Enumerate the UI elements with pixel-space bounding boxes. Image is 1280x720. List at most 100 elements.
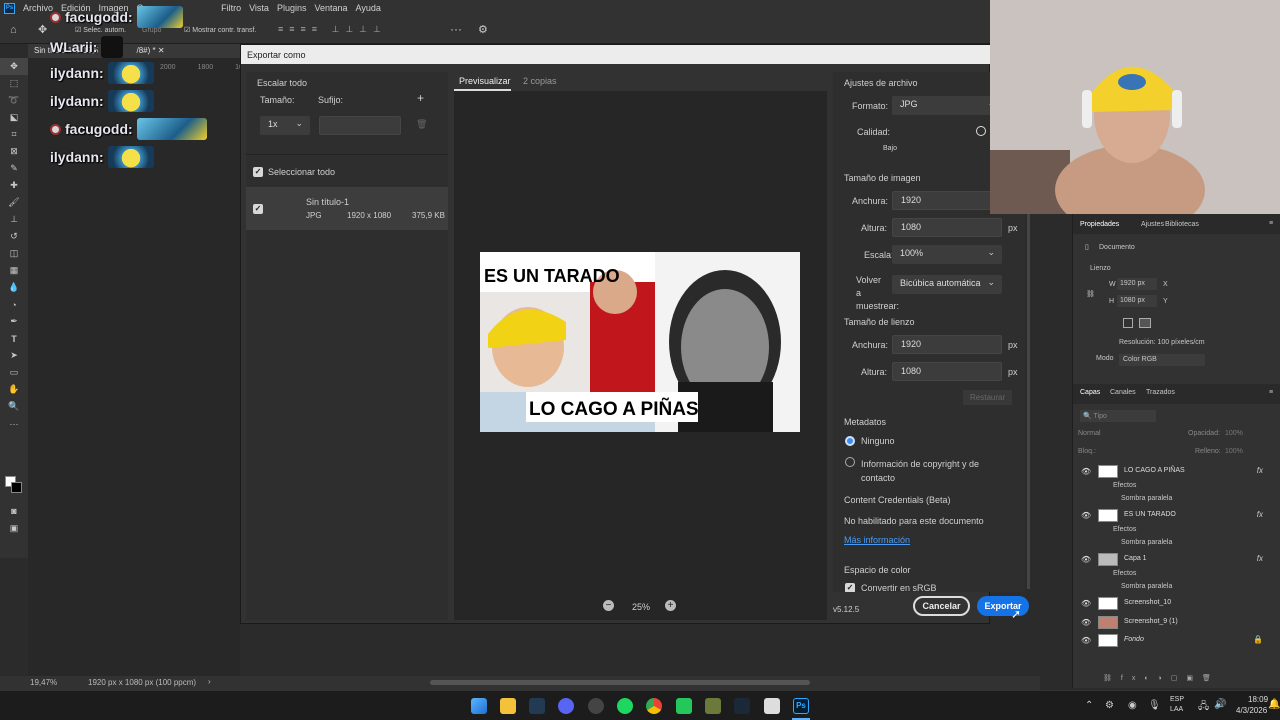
language-indicator[interactable]: ESP	[1170, 696, 1184, 703]
canvas-height-input[interactable]: 1080	[892, 362, 1002, 381]
fill-value[interactable]: 100%	[1225, 448, 1243, 455]
horizontal-scrollbar[interactable]	[430, 680, 810, 685]
hand-tool-icon[interactable]: ✋	[0, 381, 28, 398]
tab-preview[interactable]: Previsualizar	[459, 76, 511, 86]
tray-chevron-icon[interactable]: ⌃	[1085, 700, 1093, 711]
healing-tool-icon[interactable]: ✚	[0, 177, 28, 194]
frame-tool-icon[interactable]: ⊠	[0, 143, 28, 160]
landscape-orientation-icon[interactable]	[1139, 318, 1151, 328]
tray-steam-icon[interactable]: ⚙	[1105, 700, 1114, 711]
blend-mode-select[interactable]: Normal	[1078, 430, 1101, 437]
object-select-tool-icon[interactable]: ⬕	[0, 109, 28, 126]
layer-filter-input[interactable]: 🔍 Tipo	[1080, 410, 1156, 422]
group-select[interactable]: Grupo	[142, 27, 161, 34]
eraser-tool-icon[interactable]: ◫	[0, 245, 28, 262]
canvas-width-field[interactable]: 1920 px	[1117, 278, 1157, 290]
minecraft-icon[interactable]	[705, 698, 721, 714]
visibility-eye-icon[interactable]: 👁	[1081, 467, 1091, 476]
move-tool-icon[interactable]: ✥	[0, 58, 28, 75]
fx-icon[interactable]: fx	[1257, 466, 1263, 475]
opacity-value[interactable]: 100%	[1225, 430, 1243, 437]
visibility-eye-icon[interactable]: 👁	[1081, 618, 1091, 627]
menu-ayuda[interactable]: Ayuda	[356, 3, 381, 13]
kick-icon[interactable]	[676, 698, 692, 714]
more-options-icon[interactable]: ···	[450, 22, 462, 36]
blur-tool-icon[interactable]: 💧	[0, 279, 28, 296]
layer-row[interactable]: 👁 Screenshot_9 (1)	[1073, 614, 1280, 632]
visibility-eye-icon[interactable]: 👁	[1081, 636, 1091, 645]
pen-tool-icon[interactable]: ✒	[0, 313, 28, 330]
convert-srgb-checkbox[interactable]: ✓	[845, 583, 855, 592]
keyboard-layout-indicator[interactable]: LAA	[1170, 706, 1183, 713]
export-button[interactable]: Exportar	[977, 596, 1029, 616]
close-tab-icon[interactable]: ✕	[158, 46, 165, 55]
menu-archivo[interactable]: Archivo	[23, 3, 53, 13]
windows-start-icon[interactable]	[471, 698, 487, 714]
drop-shadow-effect[interactable]: Sombra paralela	[1121, 495, 1172, 502]
scale-select[interactable]: 1x ⌄	[260, 116, 310, 135]
format-select[interactable]: JPG⌄	[892, 96, 1002, 115]
fx-icon[interactable]: fx	[1257, 554, 1263, 563]
rectangle-tool-icon[interactable]: ▭	[0, 364, 28, 381]
drop-shadow-effect[interactable]: Sombra paralela	[1121, 583, 1172, 590]
restore-button[interactable]: Restaurar	[963, 390, 1013, 405]
zoom-in-icon[interactable]: +	[665, 600, 676, 611]
asset-row[interactable]: ✓ Sin título-1 JPG 1920 x 1080 375,9 KB	[246, 187, 448, 230]
discord-icon[interactable]	[558, 698, 574, 714]
volume-icon[interactable]: 🔊	[1214, 699, 1226, 710]
panel-menu-icon[interactable]: ≡	[1269, 220, 1273, 227]
zoom-tool-icon[interactable]: 🔍	[0, 398, 28, 415]
tab-2x[interactable]: 2 copias	[523, 76, 557, 86]
show-transform-checkbox[interactable]: ☑ Mostrar contr. transf.	[184, 26, 256, 34]
layer-row[interactable]: 👁 LO CAGO A PIÑAS fx	[1073, 463, 1280, 481]
tab-properties[interactable]: Propiedades	[1080, 221, 1119, 228]
menu-filtro[interactable]: Filtro	[221, 3, 241, 13]
menu-ventana[interactable]: Ventana	[314, 3, 347, 13]
steam-game-icon[interactable]	[734, 698, 750, 714]
move-tool-icon[interactable]: ✥	[38, 23, 47, 36]
notepad-icon[interactable]	[764, 698, 780, 714]
canvas-height-field[interactable]: 1080 px	[1117, 295, 1157, 307]
chevron-right-icon[interactable]: ›	[208, 677, 211, 686]
canvas-width-input[interactable]: 1920	[892, 335, 1002, 354]
dodge-tool-icon[interactable]: ◔	[0, 296, 28, 313]
crop-tool-icon[interactable]: ⌗	[0, 126, 28, 143]
visibility-eye-icon[interactable]: 👁	[1081, 599, 1091, 608]
add-scale-icon[interactable]: +	[417, 91, 424, 105]
suffix-input[interactable]	[319, 116, 401, 135]
clock-time[interactable]: 18:09	[1248, 695, 1268, 704]
type-tool-icon[interactable]: T	[0, 330, 28, 347]
layer-row[interactable]: 👁 ES UN TARADO fx	[1073, 507, 1280, 525]
background-color-swatch[interactable]	[11, 482, 22, 493]
tab-paths[interactable]: Trazados	[1146, 389, 1175, 396]
tray-app-icon[interactable]: ◉	[1128, 700, 1137, 711]
lasso-tool-icon[interactable]: ➰	[0, 92, 28, 109]
file-explorer-icon[interactable]	[500, 698, 516, 714]
fx-icon[interactable]: fx	[1257, 510, 1263, 519]
microphone-icon[interactable]: 🎙	[1148, 700, 1161, 711]
visibility-eye-icon[interactable]: 👁	[1081, 555, 1091, 564]
select-all-checkbox[interactable]: ✓	[253, 167, 263, 177]
more-tools-icon[interactable]: ···	[0, 415, 28, 432]
quality-slider-handle[interactable]	[976, 126, 986, 136]
steam-icon[interactable]	[529, 698, 545, 714]
stamp-tool-icon[interactable]: ⊥	[0, 211, 28, 228]
trash-icon[interactable]: 🗑	[416, 119, 427, 130]
network-icon[interactable]: 🖧	[1198, 699, 1209, 716]
image-width-input[interactable]: 1920	[892, 191, 1002, 210]
screen-mode-icon[interactable]: ▣	[0, 520, 28, 537]
tab-adjustments[interactable]: Ajustes	[1141, 221, 1164, 228]
portrait-orientation-icon[interactable]	[1123, 318, 1133, 328]
obs-icon[interactable]	[588, 698, 604, 714]
clock-date[interactable]: 4/3/2026	[1236, 706, 1267, 715]
notifications-icon[interactable]: 🔔	[1268, 699, 1280, 710]
eyedropper-tool-icon[interactable]: ✎	[0, 160, 28, 177]
quick-mask-icon[interactable]: ◙	[0, 502, 28, 519]
brush-tool-icon[interactable]: 🖌	[0, 194, 28, 211]
marquee-tool-icon[interactable]: ⬚	[0, 75, 28, 92]
layer-row[interactable]: 👁 Capa 1 fx	[1073, 551, 1280, 569]
link-icon[interactable]: ⛓	[1086, 290, 1095, 298]
tab-layers[interactable]: Capas	[1080, 389, 1100, 396]
tab-channels[interactable]: Canales	[1110, 389, 1136, 396]
tab-libraries[interactable]: Bibliotecas	[1165, 221, 1199, 228]
